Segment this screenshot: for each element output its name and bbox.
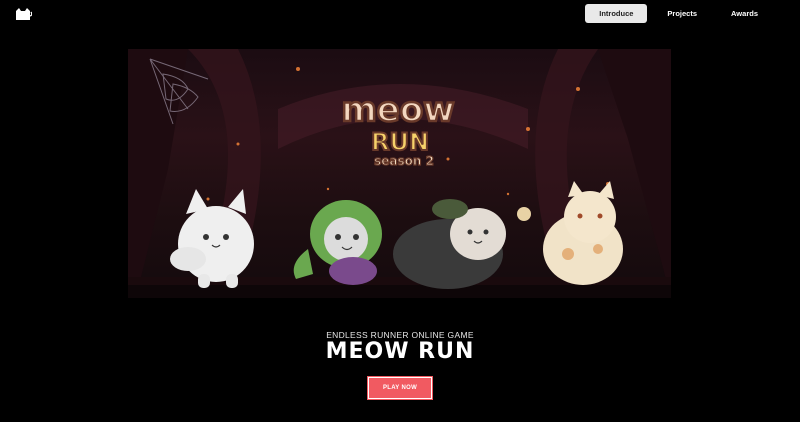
- svg-text:season 2: season 2: [374, 154, 434, 168]
- dinosaur-costume-cat-character: [293, 200, 382, 285]
- svg-text:RUN: RUN: [371, 128, 429, 156]
- lucky-cat-character: [517, 181, 623, 285]
- play-now-button[interactable]: PLAY NOW: [367, 376, 433, 400]
- persian-cat-character: [393, 199, 506, 289]
- cat-head-icon[interactable]: [14, 7, 32, 21]
- game-logo: meow RUN season 2: [340, 89, 456, 169]
- main-nav: Introduce Projects Awards: [579, 4, 772, 23]
- svg-text:meow: meow: [341, 90, 454, 130]
- white-cat-character: [170, 189, 254, 288]
- game-title: MEOW RUN: [325, 339, 475, 364]
- hero-banner: meow RUN season 2: [128, 49, 671, 298]
- nav-tab-awards[interactable]: Awards: [717, 4, 772, 23]
- nav-tab-introduce[interactable]: Introduce: [585, 4, 648, 23]
- nav-tab-projects[interactable]: Projects: [653, 4, 711, 23]
